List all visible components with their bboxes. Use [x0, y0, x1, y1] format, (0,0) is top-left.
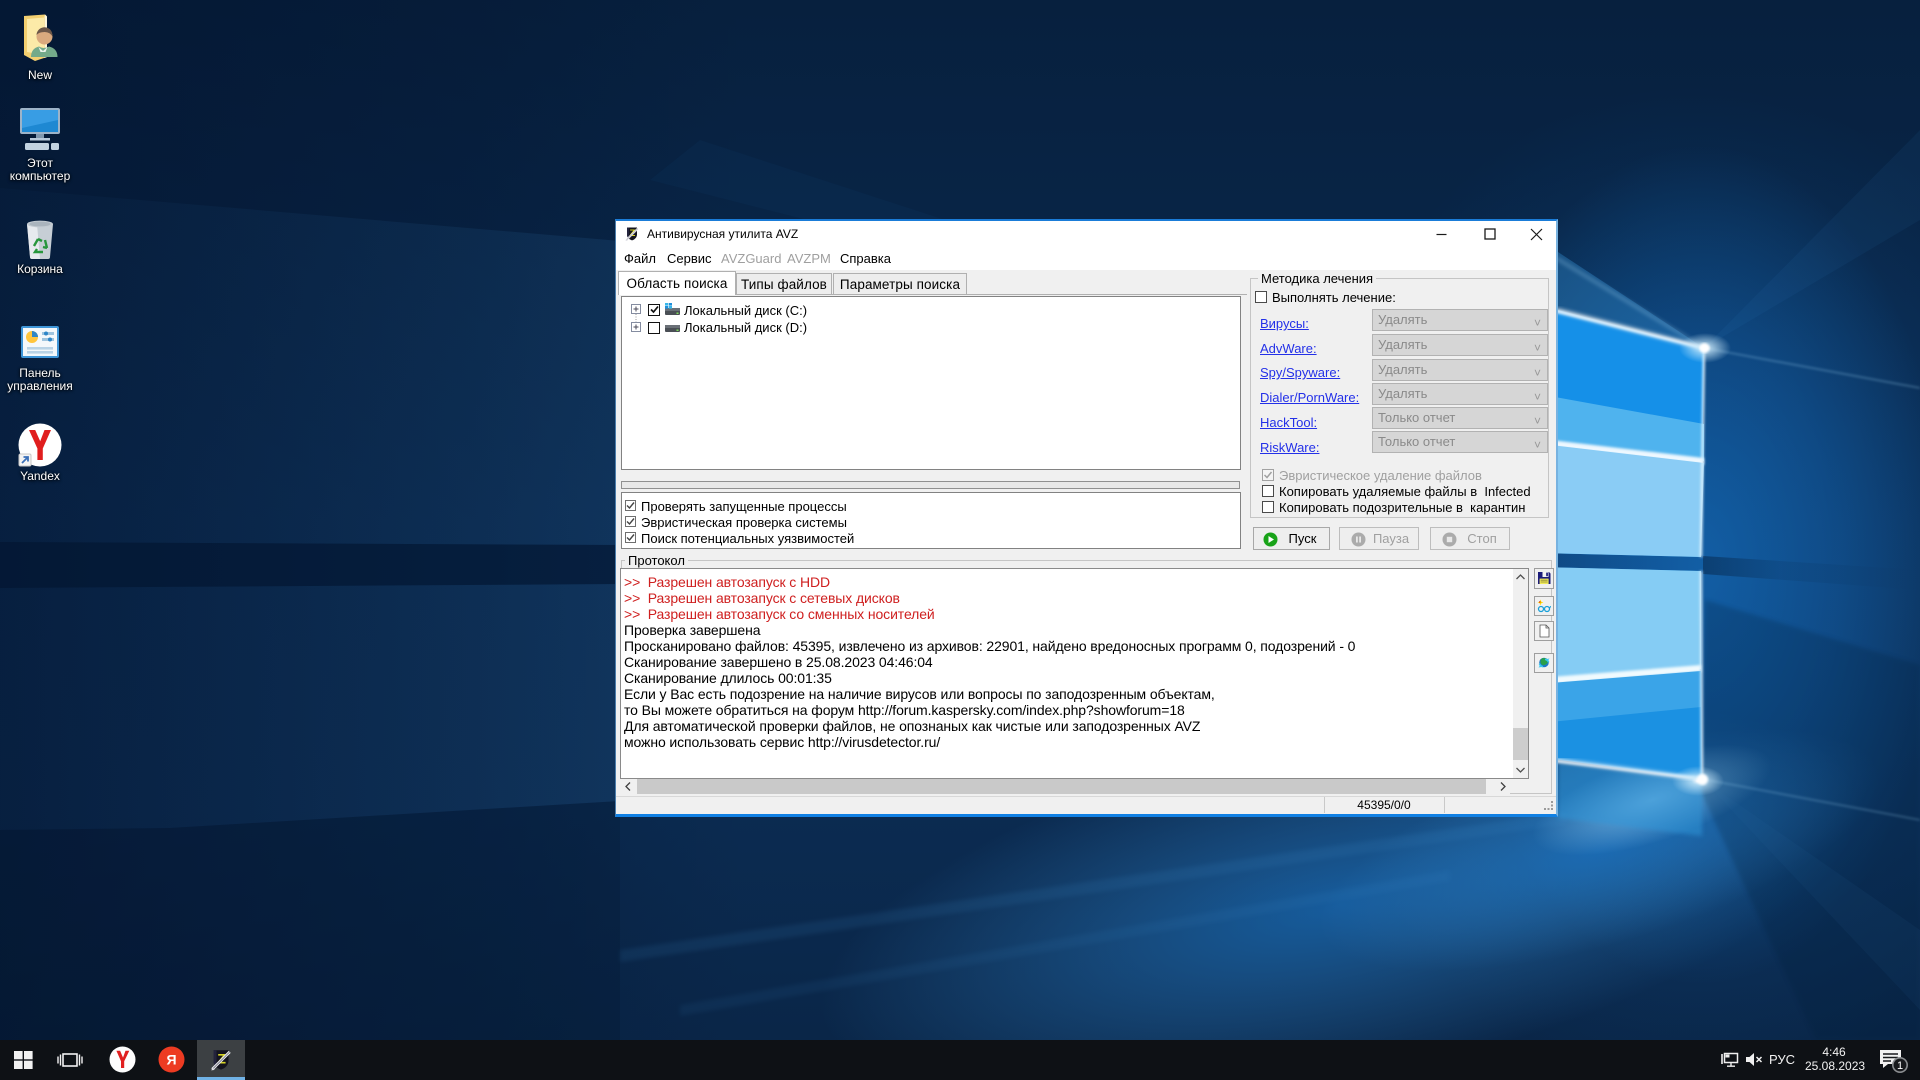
svg-text:1: 1	[1897, 1060, 1903, 1072]
svg-text:Я: Я	[166, 1052, 176, 1068]
